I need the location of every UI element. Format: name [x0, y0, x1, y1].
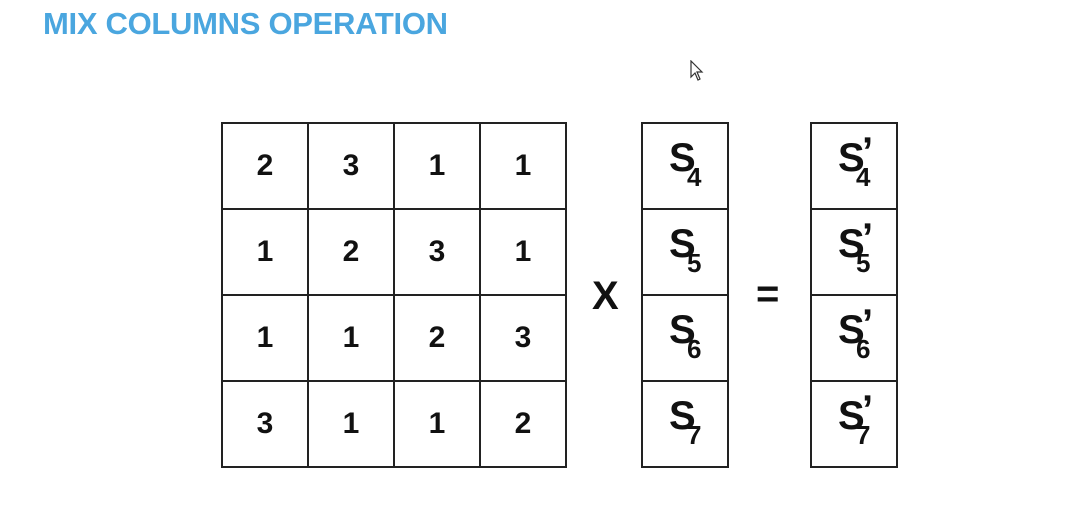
- matrix-cell: 1: [393, 122, 481, 210]
- state-subscript: 6: [687, 334, 702, 364]
- mouse-pointer-icon: [690, 60, 704, 81]
- output-state-cell: S’ 5: [810, 208, 898, 296]
- state-subscript: 5: [856, 248, 871, 278]
- matrix-cell: 1: [221, 294, 309, 382]
- state-subscript: 4: [856, 162, 871, 192]
- matrix-cell: 1: [393, 380, 481, 468]
- matrix-cell: 1: [307, 380, 395, 468]
- state-subscript: 4: [687, 162, 702, 192]
- matrix-row: 2 3 1 1: [221, 122, 567, 210]
- coefficient-matrix: 2 3 1 1 1 2 3 1 1 1 2 3 3 1 1 2: [221, 122, 567, 468]
- output-state-cell: S’ 4: [810, 122, 898, 210]
- matrix-cell: 1: [479, 122, 567, 210]
- equals-symbol: =: [756, 272, 780, 316]
- matrix-cell: 1: [479, 208, 567, 296]
- matrix-cell: 1: [221, 208, 309, 296]
- matrix-cell: 2: [221, 122, 309, 210]
- matrix-cell: 3: [221, 380, 309, 468]
- state-subscript: 6: [856, 334, 871, 364]
- input-state-cell: S4: [641, 122, 729, 210]
- matrix-cell: 2: [393, 294, 481, 382]
- matrix-row: 1 1 2 3: [221, 294, 567, 382]
- multiply-symbol: X: [592, 274, 619, 318]
- matrix-cell: 2: [479, 380, 567, 468]
- matrix-cell: 2: [307, 208, 395, 296]
- state-subscript: 7: [856, 420, 871, 450]
- matrix-row: 3 1 1 2: [221, 380, 567, 468]
- matrix-cell: 1: [307, 294, 395, 382]
- input-state-cell: S7: [641, 380, 729, 468]
- matrix-row: 1 2 3 1: [221, 208, 567, 296]
- output-state-column: S’ 4 S’ 5 S’ 6 S’ 7: [810, 122, 898, 468]
- matrix-cell: 3: [307, 122, 395, 210]
- matrix-cell: 3: [393, 208, 481, 296]
- output-state-cell: S’ 7: [810, 380, 898, 468]
- output-state-cell: S’ 6: [810, 294, 898, 382]
- state-subscript: 7: [687, 420, 702, 450]
- input-state-column: S4 S5 S6 S7: [641, 122, 729, 468]
- state-subscript: 5: [687, 248, 702, 278]
- input-state-cell: S5: [641, 208, 729, 296]
- input-state-cell: S6: [641, 294, 729, 382]
- page-title: MIX COLUMNS OPERATION: [43, 6, 448, 41]
- matrix-cell: 3: [479, 294, 567, 382]
